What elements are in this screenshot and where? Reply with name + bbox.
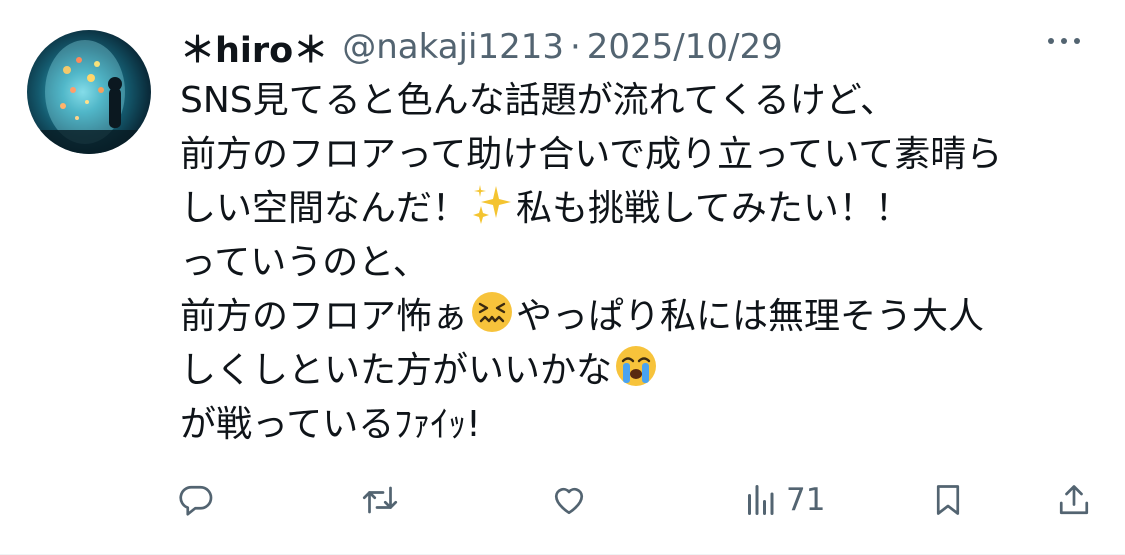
post-header: ＊hiro＊ @nakaji1213 · 2025/10/29 <box>180 22 783 72</box>
text-segment: しい空間なんだ！ <box>180 188 469 229</box>
bookmark-button[interactable] <box>932 470 964 530</box>
post-text-line: が戦っているﾌｧｲｯ! <box>180 398 1100 452</box>
views-count: 71 <box>786 482 826 518</box>
post-text-line: しい空間なんだ！ 私も挑戦してみたい！！ <box>180 182 1100 236</box>
text-segment: 私も挑戦してみたい！！ <box>516 188 911 229</box>
sparkles-emoji <box>473 185 512 224</box>
text-segment: 前方のフロアって助け合いで成り立っていて素晴ら <box>180 134 1003 175</box>
share-button[interactable] <box>1056 470 1092 530</box>
author-handle[interactable]: @nakaji1213 <box>342 27 564 67</box>
avatar-image <box>27 40 151 154</box>
post-text-line: っていうのと、 <box>180 236 1100 290</box>
text-segment: 前方のフロア怖ぁ <box>180 296 469 337</box>
confounded-face-emoji <box>472 292 513 332</box>
post-text-line: 前方のフロアって助け合いで成り立っていて素晴ら <box>180 128 1100 182</box>
post-text: SNS見てると色んな話題が流れてくるけど、 前方のフロアって助け合いで成り立って… <box>180 74 1100 452</box>
views-icon <box>748 485 774 515</box>
text-segment: やっぱり私には無理そう大人 <box>516 296 985 337</box>
post-text-line: SNS見てると色んな話題が流れてくるけど、 <box>180 74 1100 128</box>
like-button[interactable] <box>551 470 587 530</box>
bookmark-icon <box>936 485 960 515</box>
more-options-icon[interactable] <box>1048 38 1080 44</box>
reply-button[interactable] <box>178 470 214 530</box>
crying-face-emoji <box>616 346 657 386</box>
post-text-line: しくしといた方がいいかな <box>180 344 1100 398</box>
reply-icon <box>179 485 213 516</box>
more-dot <box>1061 38 1067 44</box>
text-segment: っていうのと、 <box>180 242 429 283</box>
repost-button[interactable] <box>360 470 400 530</box>
text-segment: SNS見てると色んな話題が流れてくるけど、 <box>180 80 896 121</box>
text-segment: が戦っているﾌｧｲｯ! <box>180 404 481 445</box>
views-button[interactable]: 71 <box>744 470 825 530</box>
text-segment: しくしといた方がいいかな <box>180 350 613 391</box>
action-bar: 71 <box>0 470 1125 530</box>
more-dot <box>1074 38 1080 44</box>
repost-icon <box>362 486 398 514</box>
more-dot <box>1048 38 1054 44</box>
post-text-line: 前方のフロア怖ぁ やっぱり私には無理そう大人 <box>180 290 1100 344</box>
share-icon <box>1059 485 1089 515</box>
author-name[interactable]: ＊hiro＊ <box>180 22 328 73</box>
heart-icon <box>554 487 584 515</box>
avatar[interactable] <box>27 30 151 154</box>
post-date[interactable]: 2025/10/29 <box>587 27 783 67</box>
header-separator: · <box>569 27 581 67</box>
